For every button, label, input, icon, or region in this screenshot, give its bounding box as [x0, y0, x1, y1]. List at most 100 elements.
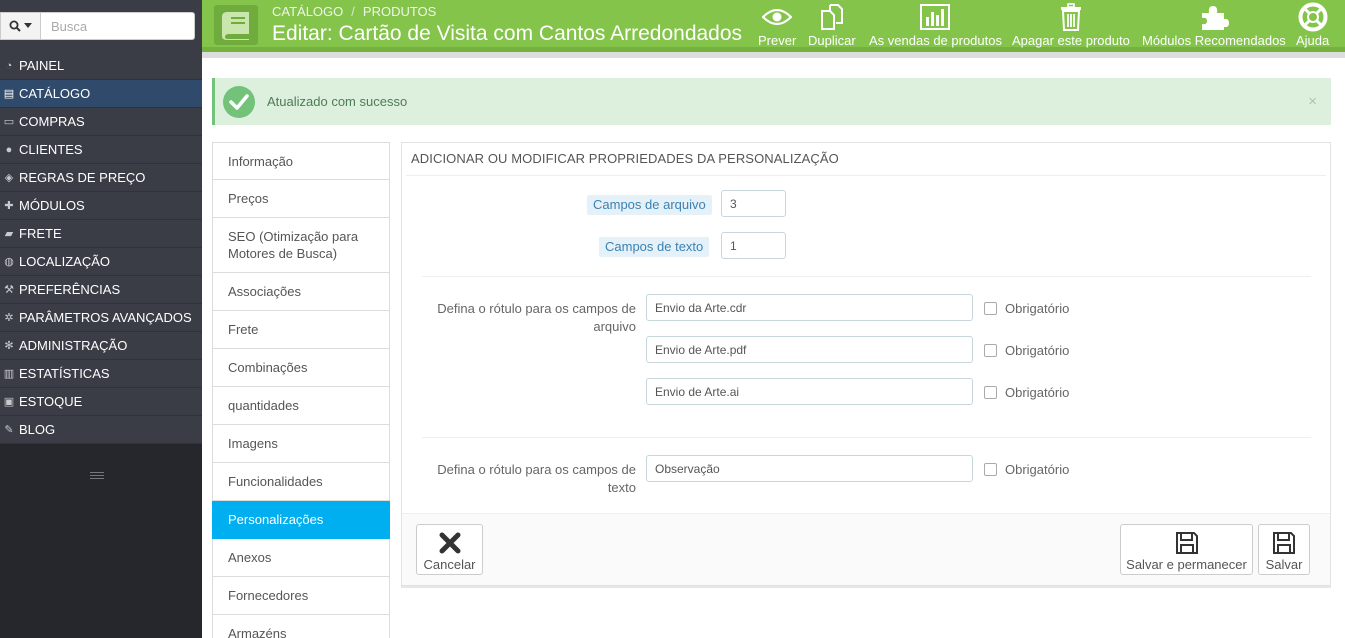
- tab-imagens[interactable]: Imagens: [212, 425, 390, 463]
- sidebar-item-administracao[interactable]: ✻ ADMINISTRAÇÃO: [0, 332, 202, 360]
- checkbox[interactable]: [984, 386, 997, 399]
- sidebar-item-localizacao[interactable]: ◍ LOCALIZAÇÃO: [0, 248, 202, 276]
- search-mode-button[interactable]: [1, 13, 41, 39]
- cog-icon: ✻: [4, 340, 14, 352]
- tab-combinacoes[interactable]: Combinações: [212, 349, 390, 387]
- tab-frete[interactable]: Frete: [212, 311, 390, 349]
- cancel-button[interactable]: Cancelar: [416, 524, 483, 575]
- help-label: Ajuda: [1296, 33, 1330, 48]
- required-label: Obrigatório: [1005, 301, 1070, 316]
- file-fields-input[interactable]: [721, 190, 786, 217]
- sidebar-item-blog[interactable]: ✎ BLOG: [0, 416, 202, 444]
- sidebar-item-parametros-avancados[interactable]: ✲ PARÂMETROS AVANÇADOS: [0, 304, 202, 332]
- tags-icon: ◈: [4, 172, 14, 184]
- recommended-modules-button[interactable]: Módulos Recomendados: [1142, 2, 1286, 48]
- cancel-label: Cancelar: [423, 557, 476, 572]
- search-area: [0, 0, 202, 52]
- tab-quantidades[interactable]: quantidades: [212, 387, 390, 425]
- file-label-input-1[interactable]: [646, 294, 973, 321]
- required-label: Obrigatório: [1005, 385, 1070, 400]
- sidebar-item-compras[interactable]: ▭ COMPRAS: [0, 108, 202, 136]
- sidebar-item-preferencias[interactable]: ⚒ PREFERÊNCIAS: [0, 276, 202, 304]
- app: ◔ PAINEL ▤ CATÁLOGO ▭ COMPRAS ● CLIENTES ◈ RE…: [0, 0, 1345, 638]
- search-box: [0, 12, 195, 40]
- customization-panel: Adicionar ou modificar propriedades da p…: [401, 142, 1331, 586]
- sidebar-item-frete[interactable]: ▰ FRETE: [0, 220, 202, 248]
- sidebar-item-label: PARÂMETROS AVANÇADOS: [19, 310, 192, 325]
- breadcrumb-item-produtos[interactable]: PRODUTOS: [363, 4, 436, 19]
- archive-icon: ▣: [3, 396, 15, 408]
- help-button[interactable]: Ajuda: [1296, 2, 1329, 48]
- sidebar-item-label: COMPRAS: [19, 114, 85, 129]
- tab-funcionalidades[interactable]: Funcionalidades: [212, 463, 390, 501]
- sidebar-item-modulos[interactable]: ✚ MÓDULOS: [0, 192, 202, 220]
- duplicate-button[interactable]: Duplicar: [808, 2, 856, 48]
- panel-footer: Cancelar Salvar e permanecer Salvar: [402, 513, 1330, 585]
- delete-product-label: Apagar este produto: [1012, 33, 1130, 48]
- search-input[interactable]: [43, 13, 193, 39]
- alert-message: Atualizado com sucesso: [267, 94, 408, 109]
- users-icon: ●: [5, 143, 13, 156]
- save-and-stay-label: Salvar e permanecer: [1126, 557, 1247, 572]
- file-labels-group-label: Defina o rótulo para os campos de arquiv…: [437, 301, 636, 334]
- checkbox[interactable]: [984, 302, 997, 315]
- tab-associacoes[interactable]: Associações: [212, 273, 390, 311]
- sidebar-item-clientes[interactable]: ● CLIENTES: [0, 136, 202, 164]
- tab-personalizacoes[interactable]: Personalizações: [212, 501, 390, 539]
- sidebar-item-catalogo[interactable]: ▤ CATÁLOGO: [0, 80, 202, 108]
- required-checkbox-3[interactable]: Obrigatório: [984, 385, 1069, 400]
- required-label: Obrigatório: [1005, 343, 1070, 358]
- file-fields-label: Campos de arquivo: [587, 195, 712, 215]
- text-labels-group-label: Defina o rótulo para os campos de texto: [437, 462, 636, 495]
- sidebar-item-label: REGRAS DE PREÇO: [19, 170, 146, 185]
- section-divider: [422, 437, 1311, 438]
- recommended-modules-label: Módulos Recomendados: [1142, 33, 1286, 48]
- tab-seo[interactable]: SEO (Otimização para Motores de Busca): [212, 218, 390, 273]
- lifebuoy-icon: [1298, 2, 1328, 32]
- sidebar-item-regras-de-preco[interactable]: ◈ REGRAS DE PREÇO: [0, 164, 202, 192]
- text-fields-input[interactable]: [721, 232, 786, 259]
- breadcrumb-item-catalogo[interactable]: CATÁLOGO: [272, 4, 343, 19]
- delete-product-button[interactable]: Apagar este produto: [1012, 2, 1130, 48]
- success-alert: Atualizado com sucesso ×: [212, 78, 1331, 125]
- tab-precos[interactable]: Preços: [212, 180, 390, 218]
- sidebar-item-label: PAINEL: [19, 58, 65, 73]
- required-label: Obrigatório: [1005, 462, 1070, 477]
- puzzle-icon: ✚: [4, 200, 14, 212]
- file-label-input-3[interactable]: [646, 378, 973, 405]
- required-checkbox-2[interactable]: Obrigatório: [984, 343, 1069, 358]
- sidebar-item-estatisticas[interactable]: ▥ ESTATÍSTICAS: [0, 360, 202, 388]
- save-button[interactable]: Salvar: [1258, 524, 1310, 575]
- search-icon: [9, 20, 21, 32]
- save-and-stay-button[interactable]: Salvar e permanecer: [1120, 524, 1253, 575]
- credit-card-icon: ▭: [3, 116, 15, 128]
- tab-armazens[interactable]: Armazéns: [212, 615, 390, 638]
- close-icon[interactable]: ×: [1308, 93, 1317, 110]
- book-icon: [214, 5, 258, 45]
- text-label-input-1[interactable]: [646, 455, 973, 482]
- tab-fornecedores[interactable]: Fornecedores: [212, 577, 390, 615]
- save-icon: [1175, 529, 1199, 557]
- required-checkbox-text-1[interactable]: Obrigatório: [984, 462, 1069, 477]
- checkbox[interactable]: [984, 463, 997, 476]
- duplicate-label: Duplicar: [808, 33, 856, 48]
- eye-icon: [762, 2, 793, 32]
- tab-informacao[interactable]: Informação: [212, 142, 390, 180]
- tab-anexos[interactable]: Anexos: [212, 539, 390, 577]
- file-label-input-2[interactable]: [646, 336, 973, 363]
- page-title: Editar: Cartão de Visita com Cantos Arre…: [272, 22, 743, 45]
- puzzle-icon: [1199, 2, 1229, 32]
- close-icon: [439, 529, 461, 557]
- preview-button[interactable]: Prever: [758, 2, 796, 48]
- required-checkbox-1[interactable]: Obrigatório: [984, 301, 1069, 316]
- checkbox[interactable]: [984, 344, 997, 357]
- sidebar-item-painel[interactable]: ◔ PAINEL: [0, 52, 202, 80]
- sidebar-item-estoque[interactable]: ▣ ESTOQUE: [0, 388, 202, 416]
- sidebar-item-label: BLOG: [19, 422, 56, 437]
- caret-down-icon: [24, 23, 32, 28]
- check-circle-icon: [223, 85, 255, 118]
- edit-icon: ✎: [4, 424, 14, 436]
- sidebar-collapse-icon[interactable]: [90, 470, 104, 482]
- product-sales-button[interactable]: As vendas de produtos: [869, 2, 1002, 48]
- page-header: CATÁLOGO / PRODUTOS Editar: Cartão de Visi…: [202, 0, 1345, 52]
